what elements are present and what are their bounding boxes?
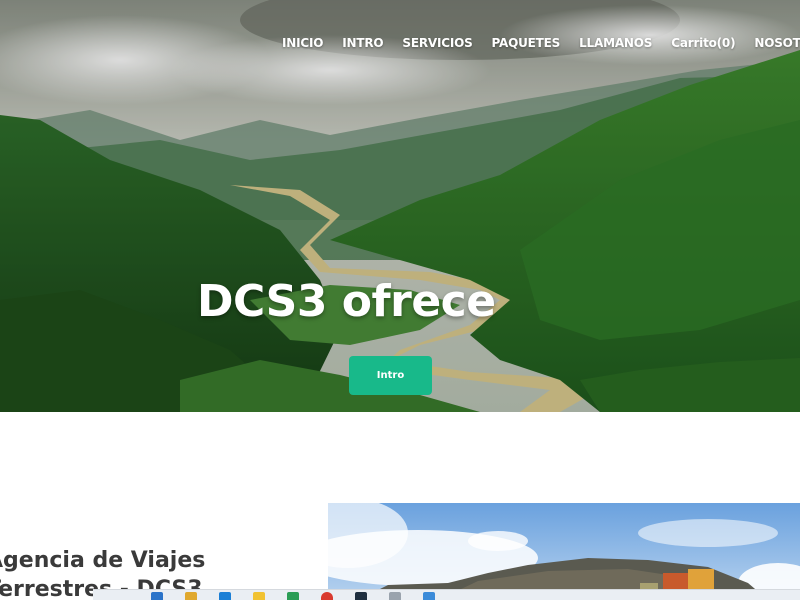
intro-button[interactable]: Intro [349, 356, 432, 395]
os-taskbar [93, 589, 800, 600]
nav-item-inicio[interactable]: INICIO [282, 36, 323, 50]
nav-item-nosotros-dropdown[interactable]: NOSOTROS [754, 36, 800, 50]
app-icon[interactable] [287, 592, 299, 600]
settings-icon[interactable] [423, 592, 435, 600]
nav-item-llamanos[interactable]: LLAMANOS [579, 36, 652, 50]
folder-icon[interactable] [253, 592, 265, 600]
edge-icon[interactable] [219, 592, 231, 600]
terminal-icon[interactable] [355, 592, 367, 600]
nav-item-intro[interactable]: INTRO [342, 36, 383, 50]
nav-item-servicios[interactable]: SERVICIOS [402, 36, 472, 50]
windows-icon[interactable] [151, 592, 163, 600]
notepad-icon[interactable] [389, 592, 401, 600]
nav-item-paquetes[interactable]: PAQUETES [492, 36, 561, 50]
about-photo [328, 503, 800, 600]
hero-title: DCS3 ofrece [197, 276, 496, 327]
file-explorer-icon[interactable] [185, 592, 197, 600]
main-nav: INICIO INTRO SERVICIOS PAQUETES LLAMANOS… [282, 36, 800, 50]
chrome-icon[interactable] [321, 592, 333, 600]
nav-item-carrito[interactable]: Carrito(0) [671, 36, 735, 50]
hero-section: INICIO INTRO SERVICIOS PAQUETES LLAMANOS… [0, 0, 800, 412]
hero-background-image [0, 0, 800, 412]
about-heading-line1: Agencia de Viajes [0, 548, 206, 573]
